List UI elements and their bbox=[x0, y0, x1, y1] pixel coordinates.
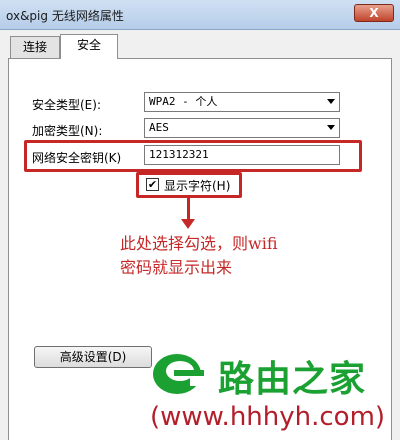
encryption-type-value: AES bbox=[149, 121, 169, 134]
watermark-brand: 路由之家 bbox=[218, 359, 367, 400]
watermark-url: (www.hhhyh.com) bbox=[150, 402, 386, 432]
annotation-line-1: 此处选择勾选，则wifi bbox=[120, 234, 278, 253]
security-type-value: WPA2 - 个人 bbox=[149, 95, 218, 108]
chevron-down-icon bbox=[327, 125, 335, 130]
title-bar: ox&pig 无线网络属性 X bbox=[0, 0, 400, 30]
advanced-settings-button[interactable]: 高级设置(D) bbox=[34, 346, 152, 368]
chevron-down-icon bbox=[327, 99, 335, 104]
security-type-label: 安全类型(E): bbox=[32, 98, 101, 112]
annotation-text: 此处选择勾选，则wifi 密码就显示出来 bbox=[120, 232, 360, 280]
security-type-select[interactable]: WPA2 - 个人 bbox=[144, 92, 340, 112]
wireless-properties-window: ox&pig 无线网络属性 X 连接 安全 安全类型(E): WPA2 - 个人… bbox=[0, 0, 400, 440]
show-characters-checkbox[interactable]: ✔ bbox=[146, 178, 159, 191]
network-key-input[interactable]: 121312321 bbox=[144, 145, 340, 165]
encryption-type-select[interactable]: AES bbox=[144, 118, 340, 138]
network-key-label: 网络安全密钥(K) bbox=[32, 151, 122, 165]
close-button[interactable]: X bbox=[354, 4, 394, 22]
show-characters-label[interactable]: 显示字符(H) bbox=[164, 177, 230, 194]
encryption-type-label: 加密类型(N): bbox=[32, 124, 103, 138]
arrow-down-icon bbox=[181, 219, 195, 229]
annotation-arrow-shaft bbox=[187, 197, 190, 221]
annotation-line-2: 密码就显示出来 bbox=[120, 258, 233, 277]
window-title: ox&pig 无线网络属性 bbox=[6, 9, 124, 23]
tab-connection[interactable]: 连接 bbox=[10, 36, 60, 58]
watermark-logo-icon bbox=[153, 354, 206, 394]
tab-security[interactable]: 安全 bbox=[60, 34, 118, 59]
